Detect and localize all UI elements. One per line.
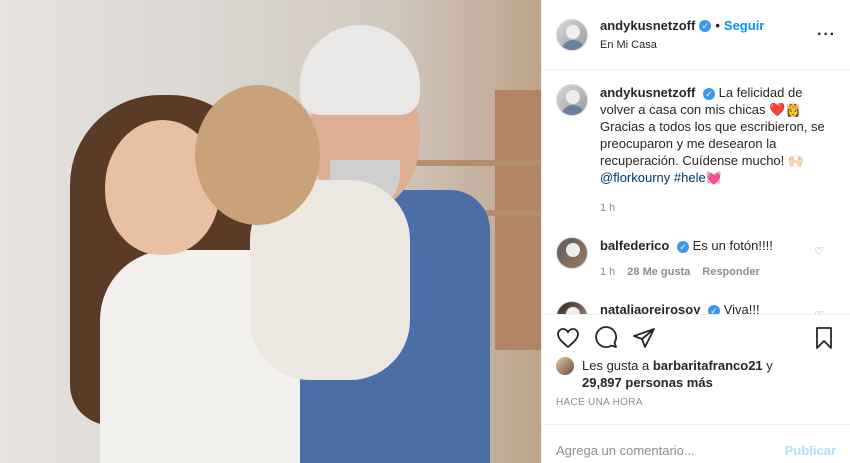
commenter-avatar[interactable] bbox=[556, 301, 588, 314]
post-header: andykusnetzoff ✓ • Seguir En Mi Casa ··· bbox=[542, 0, 850, 70]
share-icon[interactable] bbox=[632, 326, 656, 350]
commenter-avatar[interactable] bbox=[556, 237, 588, 269]
instagram-post: andykusnetzoff ✓ • Seguir En Mi Casa ···… bbox=[0, 0, 850, 463]
comment-like-heart-icon[interactable]: ♡ bbox=[814, 245, 824, 258]
comment-likes[interactable]: 28 Me gusta bbox=[627, 264, 690, 281]
comments-list[interactable]: andykusnetzoff ✓ La felicidad de volver … bbox=[542, 70, 850, 315]
comment-username[interactable]: nataliaoreirosoy bbox=[600, 302, 700, 314]
photo-doorframe bbox=[495, 90, 541, 350]
caption-avatar[interactable] bbox=[556, 84, 588, 116]
caption-username[interactable]: andykusnetzoff bbox=[600, 85, 695, 100]
post-caption: andykusnetzoff ✓ La felicidad de volver … bbox=[556, 84, 836, 217]
comment-input[interactable] bbox=[556, 442, 777, 458]
follow-button[interactable]: Seguir bbox=[724, 18, 764, 33]
comment-icon[interactable] bbox=[594, 326, 618, 350]
verified-badge-icon: ✓ bbox=[708, 305, 721, 314]
photo-shelf bbox=[410, 160, 540, 166]
heart-icon[interactable] bbox=[556, 326, 580, 350]
caption-hashtag[interactable]: #hele bbox=[674, 170, 706, 185]
reply-button[interactable]: Responder bbox=[702, 264, 759, 281]
photo-child-hair bbox=[195, 85, 320, 225]
header-text: andykusnetzoff ✓ • Seguir En Mi Casa bbox=[600, 18, 764, 51]
comment-item: nataliaoreirosoy ✓ Viva!!! ♡ bbox=[556, 301, 836, 315]
author-avatar[interactable] bbox=[556, 18, 588, 51]
likes-prefix: Les gusta a bbox=[582, 358, 650, 373]
verified-badge-icon: ✓ bbox=[702, 88, 715, 100]
comment-composer: Publicar bbox=[542, 425, 850, 463]
liker-username[interactable]: barbaritafranco21 bbox=[653, 358, 763, 373]
action-bar bbox=[542, 315, 850, 357]
likes-summary: Les gusta a barbaritafranco21 y 29,897 p… bbox=[542, 357, 850, 391]
likes-joiner: y bbox=[766, 358, 773, 373]
separator-dot: • bbox=[715, 18, 720, 33]
publish-button[interactable]: Publicar bbox=[785, 443, 836, 458]
comment-item: balfederico ✓ Es un fotón!!!! 1 h 28 Me … bbox=[556, 237, 836, 281]
pink-heart-emoji: 💓 bbox=[705, 170, 722, 185]
verified-badge-icon: ✓ bbox=[676, 241, 689, 253]
post-location[interactable]: En Mi Casa bbox=[600, 39, 764, 51]
comment-time[interactable]: 1 h bbox=[600, 264, 615, 281]
comment-text: Viva!!! bbox=[723, 302, 760, 315]
post-photo[interactable] bbox=[0, 0, 541, 463]
author-username[interactable]: andykusnetzoff bbox=[600, 18, 695, 33]
comment-text: Es un fotón!!!! bbox=[692, 238, 773, 253]
liker-avatar[interactable] bbox=[556, 357, 574, 375]
caption-mention[interactable]: @florkourny bbox=[600, 170, 670, 185]
comment-username[interactable]: balfederico bbox=[600, 238, 669, 253]
likes-count[interactable]: 29,897 personas más bbox=[582, 375, 713, 390]
post-sidebar: andykusnetzoff ✓ • Seguir En Mi Casa ···… bbox=[541, 0, 850, 463]
bookmark-icon[interactable] bbox=[812, 326, 836, 350]
more-options-icon[interactable]: ··· bbox=[817, 26, 836, 44]
post-timestamp[interactable]: HACE UNA HORA bbox=[542, 391, 850, 425]
caption-time[interactable]: 1 h bbox=[600, 200, 830, 217]
verified-badge-icon: ✓ bbox=[699, 19, 712, 32]
